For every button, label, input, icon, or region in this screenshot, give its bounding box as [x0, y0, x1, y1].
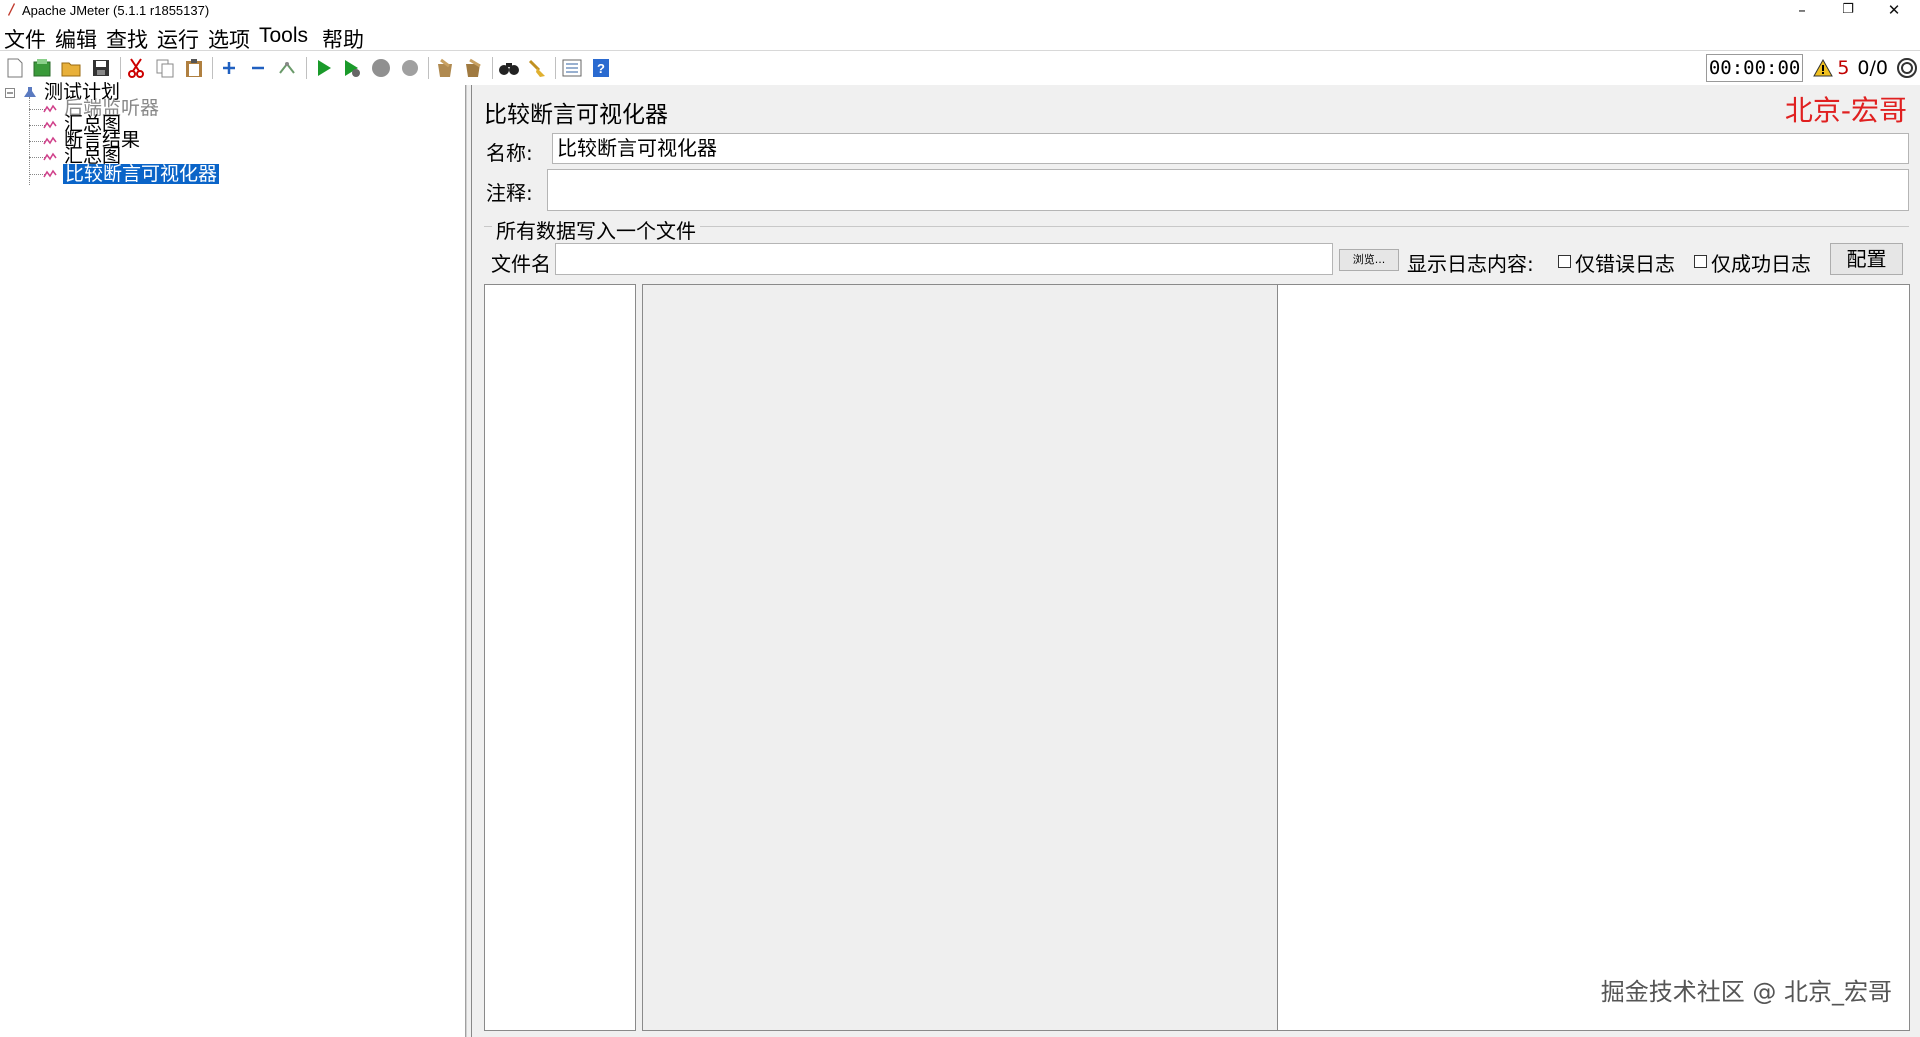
brand-label: 北京-宏哥	[1784, 94, 1907, 127]
search-icon[interactable]	[498, 57, 520, 79]
maximize-button[interactable]: ❐	[1828, 0, 1868, 22]
help-icon[interactable]: ?	[590, 57, 612, 79]
filename-field[interactable]	[555, 243, 1333, 275]
listener-icon	[43, 104, 57, 113]
log-display-label: 显示日志内容:	[1407, 252, 1534, 276]
expand-icon[interactable]	[218, 57, 240, 79]
close-button[interactable]: ✕	[1874, 0, 1914, 22]
start-no-pauses-icon[interactable]	[341, 57, 363, 79]
open-icon[interactable]	[60, 57, 82, 79]
errors-only-checkbox[interactable]	[1558, 255, 1571, 268]
paste-icon[interactable]	[183, 57, 205, 79]
new-icon[interactable]	[4, 57, 26, 79]
configure-button[interactable]: 配置	[1830, 243, 1903, 275]
jmeter-feather-icon	[8, 3, 15, 16]
name-label: 名称:	[486, 141, 533, 165]
reset-search-icon[interactable]	[526, 57, 548, 79]
collapse-icon[interactable]	[247, 57, 269, 79]
listener-icon	[43, 136, 57, 145]
remote-status-icon	[1897, 58, 1917, 78]
tree-node-compare-assertion-visualizer[interactable]: 比较断言可视化器	[63, 164, 220, 184]
stop-icon[interactable]	[370, 57, 392, 79]
browse-button[interactable]: 浏览...	[1339, 249, 1399, 271]
panel-title: 比较断言可视化器	[484, 102, 668, 128]
toolbar: ? 00:00:00 5 0/0	[0, 50, 1920, 86]
collapse-toggle-icon[interactable]	[5, 88, 15, 98]
copy-icon[interactable]	[154, 57, 176, 79]
shutdown-icon[interactable]	[399, 57, 421, 79]
file-section-title: 所有数据写入一个文件	[492, 215, 700, 244]
start-icon[interactable]	[313, 57, 335, 79]
test-plan-tree: 测试计划 后端监听器 汇总图 断言结果 汇总图 比较断言可视化器	[0, 82, 466, 1037]
svg-text:?: ?	[597, 61, 605, 76]
title-bar: Apache JMeter (5.1.1 r1855137) – ❐ ✕	[0, 0, 1920, 22]
clear-all-icon[interactable]	[463, 57, 485, 79]
templates-icon[interactable]	[31, 57, 53, 79]
status-area: 00:00:00 5 0/0	[1705, 53, 1920, 83]
cut-icon[interactable]	[125, 57, 147, 79]
filename-label: 文件名	[491, 252, 551, 276]
function-helper-icon[interactable]	[561, 57, 583, 79]
elapsed-time: 00:00:00	[1705, 54, 1804, 82]
comment-label: 注释:	[486, 181, 533, 205]
clear-icon[interactable]	[434, 57, 456, 79]
warning-count[interactable]: 5	[1837, 57, 1849, 79]
window-title: Apache JMeter (5.1.1 r1855137)	[22, 3, 210, 18]
visualizer-panel: 比较断言可视化器 北京-宏哥 名称: 比较断言可视化器 注释: 所有数据写入一个…	[471, 85, 1920, 1037]
name-field[interactable]: 比较断言可视化器	[552, 133, 1909, 164]
toggle-icon[interactable]	[276, 57, 298, 79]
comment-field[interactable]	[547, 169, 1909, 211]
listener-icon	[43, 120, 57, 129]
watermark: 掘金技术社区 @ 北京_宏哥	[1600, 978, 1892, 1006]
results-list[interactable]	[484, 284, 636, 1031]
actual-content-panel[interactable]	[1277, 284, 1910, 1031]
menu-tools[interactable]: Tools	[259, 24, 308, 48]
success-only-label[interactable]: 仅成功日志	[1711, 248, 1811, 277]
warning-icon[interactable]	[1813, 59, 1834, 77]
thread-count: 0/0	[1857, 57, 1888, 79]
success-only-checkbox[interactable]	[1694, 255, 1707, 268]
listener-icon	[43, 152, 57, 161]
test-plan-icon	[24, 87, 36, 97]
minimize-button[interactable]: –	[1782, 0, 1822, 22]
menu-bar: 文件 编辑 查找 运行 选项 Tools 帮助	[0, 22, 1920, 52]
listener-icon	[43, 169, 57, 178]
expected-content-panel[interactable]	[642, 284, 1278, 1031]
save-icon[interactable]	[90, 57, 112, 79]
errors-only-label[interactable]: 仅错误日志	[1575, 248, 1675, 277]
